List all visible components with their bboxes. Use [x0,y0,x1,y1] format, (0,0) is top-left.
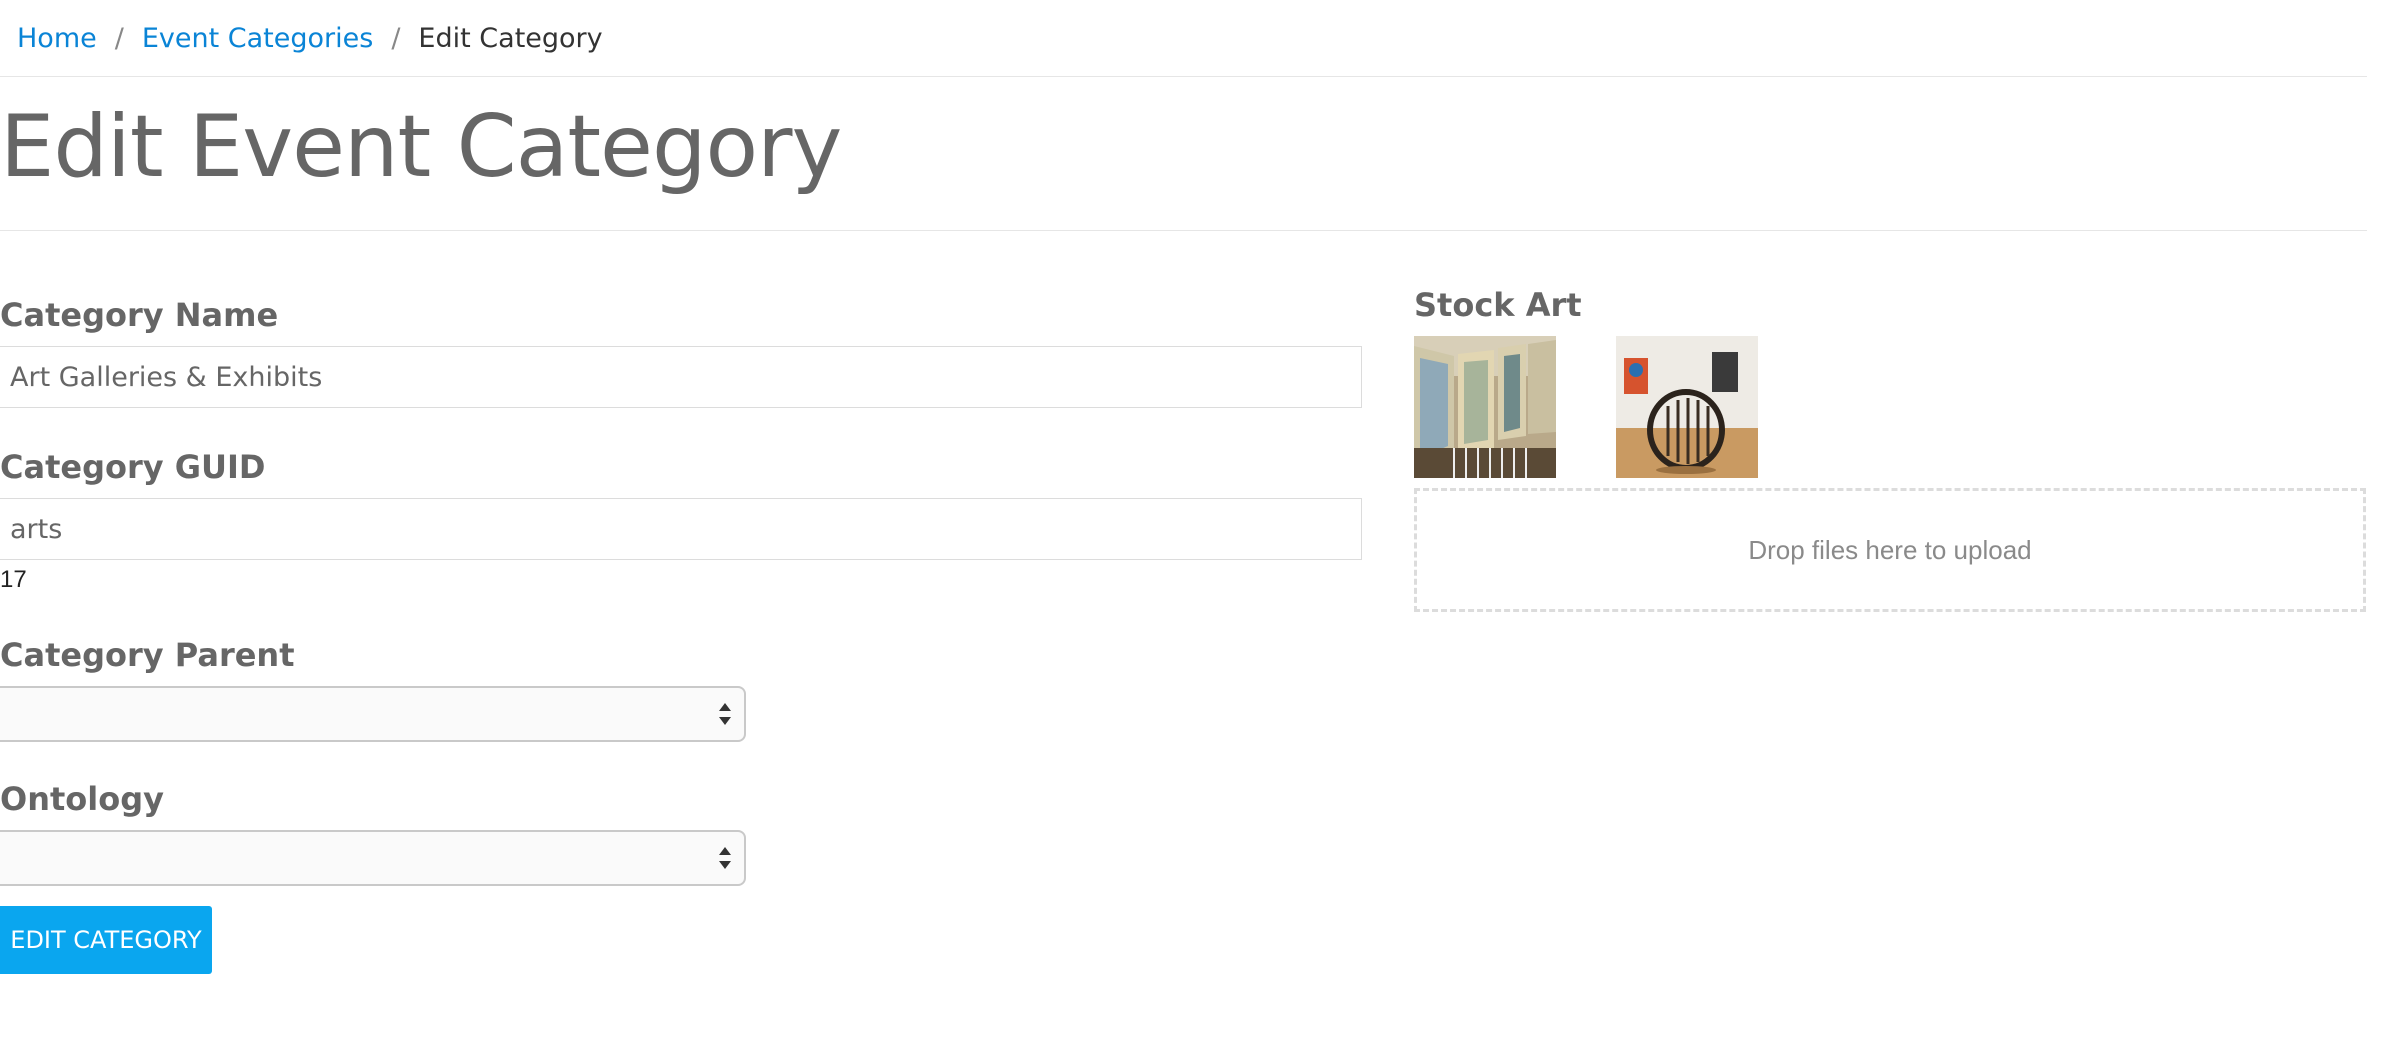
breadcrumb-separator: / [391,22,401,54]
category-guid-value: arts [10,513,63,545]
circular-sculpture-thumbnail[interactable] [1616,336,1758,478]
category-name-label: Category Name [0,296,279,334]
stock-art-label: Stock Art [1414,286,1582,324]
select-arrows-icon [719,703,731,725]
breadcrumb-home-link[interactable]: Home [17,23,97,54]
category-parent-select[interactable] [0,686,746,742]
category-guid-input[interactable]: arts [0,498,1362,560]
select-arrows-icon [719,847,731,869]
edit-category-button[interactable]: EDIT CATEGORY [0,906,212,974]
divider [0,230,2367,231]
breadcrumb-event-categories-link[interactable]: Event Categories [142,23,373,54]
category-parent-label: Category Parent [0,636,295,674]
gallery-paintings-thumbnail[interactable] [1414,336,1556,478]
breadcrumb: Home / Event Categories / Edit Category [17,18,603,58]
breadcrumb-separator: / [114,22,124,54]
file-dropzone[interactable]: Drop files here to upload [1414,488,2366,612]
circular-sculpture-image [1616,336,1758,478]
ontology-select[interactable] [0,830,746,886]
divider [0,76,2367,77]
category-id-text: 17 [0,566,27,593]
category-guid-label: Category GUID [0,448,266,486]
category-name-input[interactable]: Art Galleries & Exhibits [0,346,1362,408]
dropzone-text: Drop files here to upload [1748,534,2032,565]
breadcrumb-current: Edit Category [418,22,603,54]
category-name-value: Art Galleries & Exhibits [10,361,323,393]
page-title: Edit Event Category [0,97,842,197]
edit-category-page: Home / Event Categories / Edit Category … [0,0,2394,1048]
ontology-label: Ontology [0,780,164,818]
gallery-paintings-image [1414,336,1556,478]
